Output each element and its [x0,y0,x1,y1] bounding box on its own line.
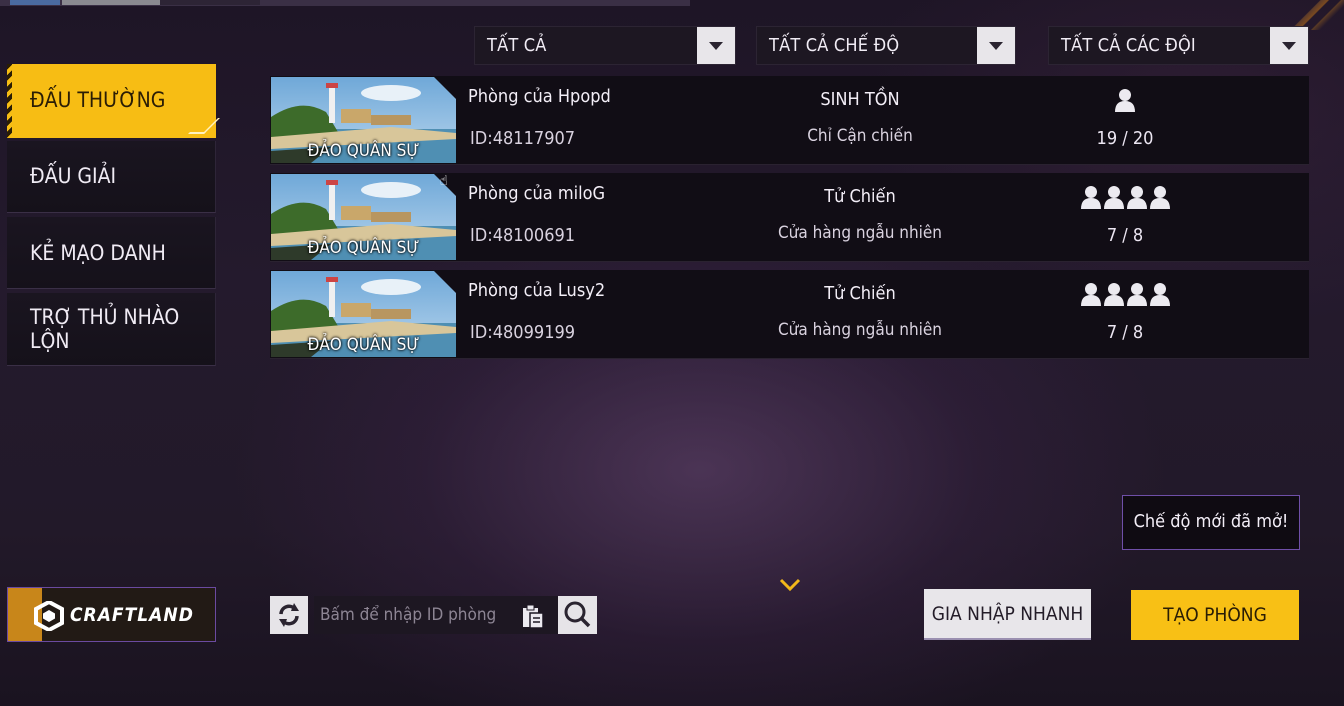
sidebar-item-label: ĐẤU THƯỜNG [30,88,166,112]
create-room-button[interactable]: TẠO PHÒNG [1131,590,1299,640]
filter-mode-dropdown[interactable]: TẤT CẢ CHẾ ĐỘ [756,26,1016,65]
room-id: ID:48099199 [470,322,576,343]
chevron-down-icon[interactable] [779,578,801,592]
person-icon [1080,283,1101,306]
room-row[interactable]: ĐẢO QUÂN SỰ Phòng của Hpopd ID:48117907 … [270,76,1309,165]
craftland-button[interactable]: CRAFTLAND [7,587,216,642]
room-submode: Cửa hàng ngẫu nhiên [777,320,942,340]
map-thumbnail: ĐẢO QUÂN SỰ [271,271,456,357]
filter-all-label: TẤT CẢ [487,35,547,56]
sidebar-item-label: ĐẤU GIẢI [30,164,117,188]
new-mode-notice[interactable]: Chế độ mới đã mở! [1122,495,1300,550]
refresh-icon [279,603,299,627]
room-submode: Cửa hàng ngẫu nhiên [777,223,942,243]
map-thumbnail: ĐẢO QUÂN SỰ [271,174,456,260]
thumb-corner [434,77,456,99]
sidebar-item-label: KẺ MẠO DANH [30,241,166,265]
top-tab-strip [0,0,690,6]
sidebar-item-label: TRỢ THỦ NHÀO LỘN [30,305,180,353]
chevron-down-icon[interactable] [697,27,735,64]
clipboard-icon[interactable] [520,603,546,629]
filter-team-dropdown[interactable]: TẤT CẢ CÁC ĐỘI [1048,26,1309,65]
room-mode: Tử Chiến [824,283,896,304]
person-icon [1149,283,1170,306]
thumb-corner [434,271,456,293]
person-icon [1080,186,1101,209]
sidebar-item-impostor[interactable]: KẺ MẠO DANH [7,217,216,289]
map-name: ĐẢO QUÂN SỰ [307,335,420,355]
map-name: ĐẢO QUÂN SỰ [307,141,420,161]
person-icon [1103,283,1124,306]
person-icon [1149,186,1170,209]
top-tab-3[interactable] [160,0,260,5]
quick-join-button[interactable]: GIA NHẬP NHANH [924,589,1091,640]
chevron-down-icon[interactable] [977,27,1015,64]
sidebar-item-tournament[interactable]: ĐẤU GIẢI [7,141,216,213]
filter-team-label: TẤT CẢ CÁC ĐỘI [1061,35,1196,56]
room-row[interactable]: ĐẢO QUÂN SỰ Phòng của miloG ID:48100691 … [270,173,1309,262]
person-icon [1115,89,1135,112]
room-id: ID:48117907 [470,128,576,149]
notice-text: Chế độ mới đã mở! [1133,511,1289,532]
hatch-decoration [7,64,12,138]
room-row[interactable]: ĐẢO QUÂN SỰ Phòng của Lusy2 ID:48099199 … [270,270,1309,359]
sidebar-item-stunt-helper[interactable]: TRỢ THỦ NHÀO LỘN [7,293,216,366]
person-icon [1126,186,1147,209]
player-count: 7 / 8 [1106,322,1144,343]
player-count: 7 / 8 [1106,225,1144,246]
filter-mode-label: TẤT CẢ CHẾ ĐỘ [769,35,900,56]
player-icons [1050,282,1200,308]
sidebar-item-normal-match[interactable]: ĐẤU THƯỜNG [7,64,220,138]
room-submode: Chỉ Cận chiến [807,126,913,146]
room-name: Phòng của miloG [468,183,606,204]
pointer-hand-icon: ☝ [440,173,448,189]
chevron-down-icon[interactable] [1270,27,1308,64]
filter-all-dropdown[interactable]: TẤT CẢ [474,26,736,65]
craftland-logo-icon [34,601,64,631]
room-mode: Tử Chiến [824,186,896,207]
craftland-label: CRAFTLAND [70,604,194,626]
corner-notch [188,118,220,134]
room-name: Phòng của Hpopd [468,86,611,107]
player-icons [1050,185,1200,211]
person-icon [1103,186,1124,209]
player-icons [1050,88,1200,114]
room-name: Phòng của Lusy2 [468,280,606,301]
person-icon [1126,283,1147,306]
refresh-button[interactable] [270,596,308,634]
search-button[interactable] [558,596,597,634]
top-tab-1[interactable] [10,0,60,5]
search-icon [564,601,591,628]
top-tab-2[interactable] [62,0,160,5]
room-id: ID:48100691 [470,225,576,246]
player-count: 19 / 20 [1096,128,1154,149]
map-thumbnail: ĐẢO QUÂN SỰ [271,77,456,163]
map-name: ĐẢO QUÂN SỰ [307,238,420,258]
room-mode: SINH TỒN [820,89,900,110]
